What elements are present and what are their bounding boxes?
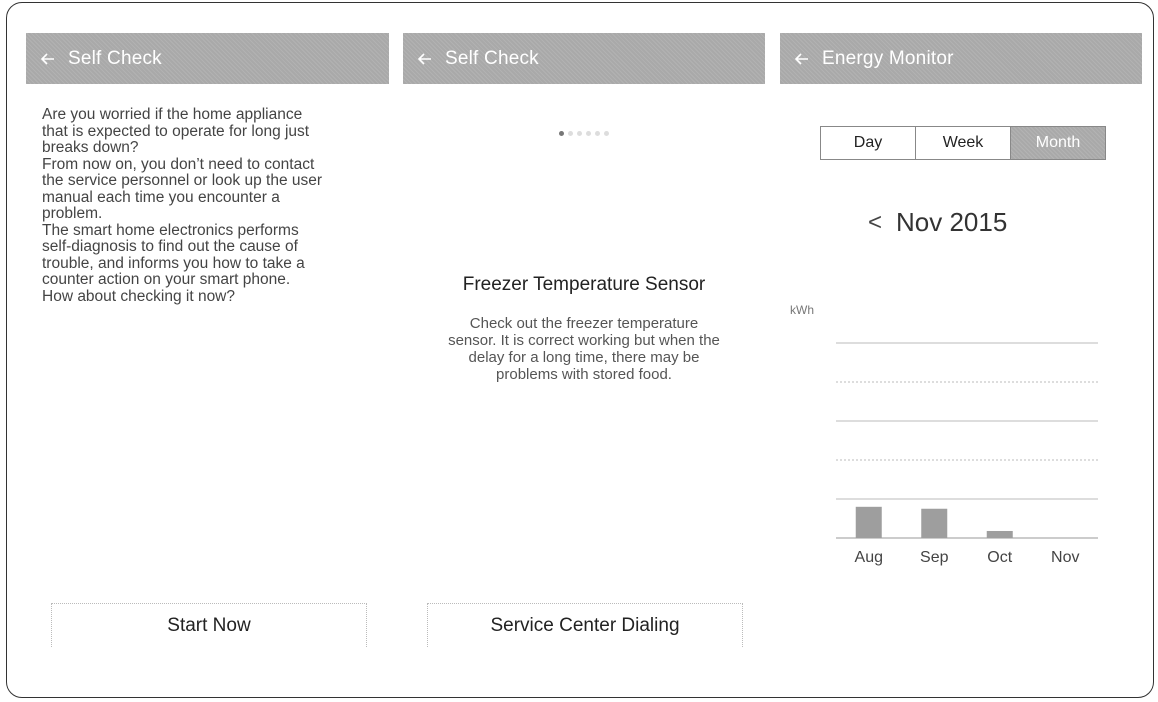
back-arrow-icon[interactable]: [40, 51, 56, 67]
sensor-description-line: problems with stored food.: [496, 366, 672, 383]
segment-day[interactable]: Day: [821, 127, 916, 159]
sensor-title: Freezer Temperature Sensor: [462, 274, 706, 295]
self-check-sensor-panel: Self Check Freezer Temperature Sensor Ch…: [403, 33, 765, 673]
intro-line: problem.: [42, 205, 103, 222]
intro-line: counter action on your smart phone.: [42, 271, 291, 288]
intro-text: Are you worried if the home appliance tha…: [42, 106, 372, 305]
sensor-description-line: sensor. It is correct working but when t…: [448, 332, 720, 349]
page-title: Energy Monitor: [822, 47, 954, 69]
page-dot: [586, 131, 591, 136]
intro-line: the service personnel or look up the use…: [42, 172, 323, 189]
sensor-description: Check out the freezer temperature sensor.…: [421, 315, 747, 383]
intro-line: From now on, you don’t need to contact: [42, 155, 315, 173]
bar-sep: [921, 508, 948, 538]
intro-line: The smart home electronics performs: [42, 221, 299, 239]
previous-month-icon[interactable]: <: [868, 209, 882, 237]
service-center-dialing-button[interactable]: Service Center Dialing: [427, 603, 743, 647]
y-axis-label: kWh: [790, 303, 814, 317]
panel-header: Self Check: [403, 33, 765, 84]
period-segmented-control: Day Week Month: [820, 126, 1106, 160]
page-dot: [595, 131, 600, 136]
sensor-description-line: delay for a long time, there may be: [468, 349, 700, 366]
x-tick-label: Oct: [987, 549, 1012, 566]
month-selector: < Nov 2015: [868, 207, 1007, 238]
start-now-button[interactable]: Start Now: [51, 603, 367, 647]
x-tick-label: Nov: [1051, 549, 1079, 566]
intro-line: Are you worried if the home appliance: [42, 106, 303, 123]
page-title: Self Check: [68, 47, 162, 69]
segment-week[interactable]: Week: [916, 127, 1011, 159]
intro-line: that is expected to operate for long jus…: [42, 122, 310, 140]
intro-line: manual each time you encounter a: [42, 188, 280, 206]
month-label: Nov 2015: [896, 207, 1008, 237]
intro-line: self-diagnosis to find out the cause of: [42, 238, 298, 255]
x-tick-label: Sep: [920, 549, 949, 566]
x-tick-label: Aug: [855, 549, 883, 566]
panel-header: Self Check: [26, 33, 389, 84]
segment-month[interactable]: Month: [1011, 127, 1105, 159]
page-dot: [559, 131, 564, 136]
intro-line: How about checking it now?: [42, 287, 236, 305]
page-indicator: [403, 131, 765, 136]
self-check-intro-panel: Self Check Are you worried if the home a…: [26, 33, 389, 673]
energy-monitor-panel: Energy Monitor Day Week Month < Nov 2015…: [780, 33, 1142, 673]
bar-oct: [986, 530, 1013, 538]
back-arrow-icon[interactable]: [794, 51, 810, 67]
page-dot: [568, 131, 573, 136]
intro-line: breaks down?: [42, 139, 139, 156]
page-dot: [577, 131, 582, 136]
back-arrow-icon[interactable]: [417, 51, 433, 67]
sensor-description-line: Check out the freezer temperature: [469, 315, 699, 332]
bar-aug: [855, 506, 882, 538]
page-title: Self Check: [445, 47, 539, 69]
page-dot: [604, 131, 609, 136]
energy-bar-chart: kWh Aug Sep Oct Nov: [790, 303, 1098, 566]
panel-header: Energy Monitor: [780, 33, 1142, 84]
intro-line: trouble, and informs you how to take a: [42, 254, 305, 272]
